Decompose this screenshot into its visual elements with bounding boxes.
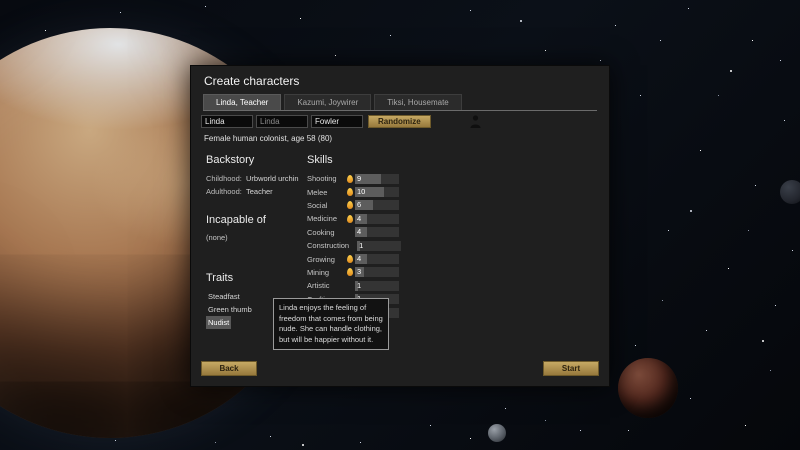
skill-level: 9 [357,173,362,183]
passion-flame-icon [347,255,353,264]
character-summary: Female human colonist, age 58 (80) [204,134,333,143]
game-screen: Create characters Linda, Teacher Kazumi,… [0,0,800,450]
starfield-bright [0,0,2,2]
tab-character-3[interactable]: Tiksi, Housemate [374,94,462,110]
name-row: Randomize [201,115,481,128]
skill-row[interactable]: Growing 4 [307,252,419,265]
red-moon [618,358,678,418]
skill-level: 4 [357,213,362,223]
traits-heading: Traits [206,272,234,284]
skill-bar: 3 [355,267,399,278]
skill-row[interactable]: Mining 3 [307,266,419,279]
tab-character-1[interactable]: Linda, Teacher [203,94,282,110]
skill-bar: 4 [355,213,399,224]
skill-bar: 4 [355,254,399,265]
skill-level: 4 [357,254,362,264]
start-button[interactable]: Start [543,361,599,376]
skill-name: Artistic [307,281,330,291]
trait-item[interactable]: Green thumb [206,303,254,316]
skill-bar: 1 [357,240,402,251]
passion-flame-icon [347,268,353,277]
childhood-value: Urbworld urchin [246,174,299,183]
tab-character-2[interactable]: Kazumi, Joywirer [284,94,372,110]
nickname-input[interactable] [256,115,308,128]
skill-row[interactable]: Artistic 1 [307,279,419,292]
trait-item[interactable]: Nudist [206,316,232,329]
first-name-input[interactable] [201,115,253,128]
incapable-section: Incapable of (none) [206,214,306,244]
skill-name: Social [307,200,328,210]
skills-heading: Skills [307,154,333,166]
skill-row[interactable]: Cooking 4 [307,226,419,239]
randomize-button[interactable]: Randomize [368,115,431,128]
skill-name: Cooking [307,227,335,237]
trait-tooltip: Linda enjoys the feeling of freedom that… [273,298,389,350]
skill-row[interactable]: Shooting 9 [307,172,419,185]
person-icon [470,115,481,128]
skill-name: Medicine [307,214,338,224]
create-characters-dialog: Create characters Linda, Teacher Kazumi,… [190,65,610,387]
character-tabs: Linda, Teacher Kazumi, Joywirer Tiksi, H… [203,94,597,111]
skill-name: Mining [307,267,330,277]
skill-row[interactable]: Construction 1 [307,239,419,252]
incapable-value: (none) [206,233,228,242]
incapable-heading: Incapable of [206,214,266,226]
skill-bar: 9 [355,173,399,184]
passion-flame-icon [347,174,353,183]
skill-name: Growing [307,254,335,264]
skill-bar: 10 [355,187,399,198]
childhood-row[interactable]: Childhood: Urbworld urchin [206,172,306,185]
childhood-label: Childhood: [206,174,242,183]
skill-row[interactable]: Medicine 4 [307,212,419,225]
skill-row[interactable]: Social 6 [307,199,419,212]
skill-row[interactable]: Melee 10 [307,185,419,198]
dialog-title: Create characters [204,74,300,88]
skill-name: Construction [307,241,350,251]
skill-bar: 1 [355,280,399,291]
passion-flame-icon [347,214,353,223]
backstory-heading: Backstory [206,154,255,166]
distant-moon [780,180,800,204]
skill-level: 10 [357,187,366,197]
last-name-input[interactable] [311,115,363,128]
passion-flame-icon [347,188,353,197]
skill-level: 3 [357,267,362,277]
passion-flame-icon [347,201,353,210]
skill-level: 1 [359,240,364,250]
skill-bar: 6 [355,200,399,211]
skill-level: 6 [357,200,362,210]
trait-item[interactable]: Steadfast [206,290,242,303]
gray-moon [488,424,506,442]
skill-name: Melee [307,187,328,197]
back-button[interactable]: Back [201,361,257,376]
adulthood-label: Adulthood: [206,187,242,196]
skills-column: Skills Shooting 9 Melee 10 Social 6 Medi… [307,154,419,319]
skill-bar: 4 [355,227,399,238]
skill-level: 1 [357,280,362,290]
skill-name: Shooting [307,174,337,184]
skill-level: 4 [357,227,362,237]
adulthood-value: Teacher [246,187,273,196]
adulthood-row[interactable]: Adulthood: Teacher [206,185,306,198]
